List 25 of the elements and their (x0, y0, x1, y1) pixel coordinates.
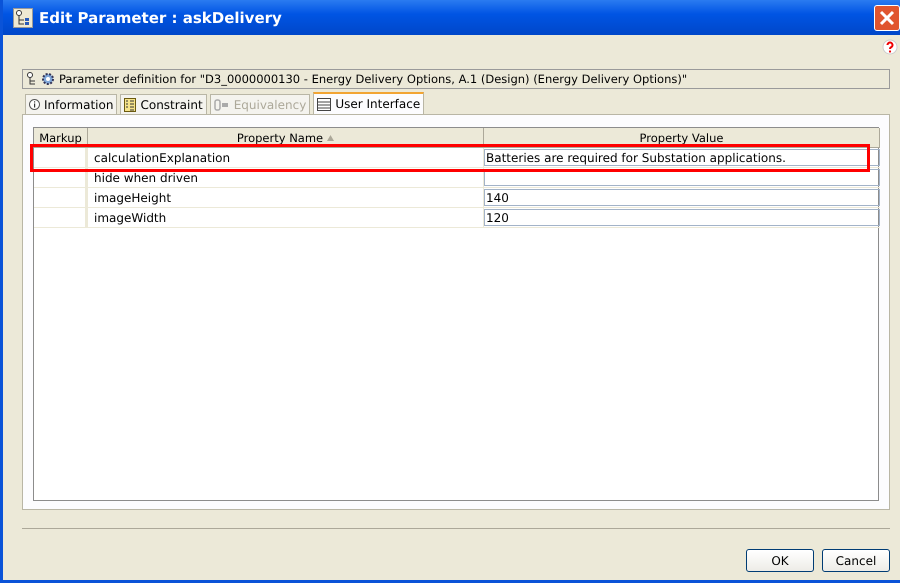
parameter-gear-icon (26, 72, 56, 86)
close-icon (878, 8, 896, 26)
value-field[interactable]: 140 (484, 189, 880, 206)
help-icon[interactable] (882, 39, 898, 55)
property-name-cell: hide when driven (88, 168, 484, 188)
value-field[interactable]: 120 (484, 209, 880, 226)
property-name-cell: calculationExplanation (88, 148, 484, 168)
property-name-cell: imageHeight (88, 188, 484, 208)
dialog-button[interactable]: OK (746, 549, 814, 572)
tab[interactable]: User Interface (313, 92, 424, 114)
checklist-icon (124, 98, 136, 112)
sort-icon (327, 134, 334, 140)
table-icon (317, 98, 332, 110)
equivalency-icon (214, 98, 230, 110)
parameter-tree-icon (13, 8, 33, 28)
tab[interactable]: Information (25, 94, 118, 114)
value-field[interactable] (484, 169, 880, 186)
tab[interactable]: Constraint (120, 94, 207, 114)
value-field[interactable]: Batteries are required for Substation applications. (484, 149, 880, 166)
info-icon (29, 99, 40, 110)
definition-text: Parameter definition for "D3_0000000130 - Energy Delivery Options, A.1 (Design) (Energy Delivery Options)" (59, 72, 688, 86)
dialog-button[interactable]: Cancel (822, 549, 890, 572)
close-button[interactable] (874, 4, 900, 30)
window-title: Edit Parameter : askDelivery (39, 8, 282, 26)
property-name-cell: imageWidth (88, 208, 484, 228)
